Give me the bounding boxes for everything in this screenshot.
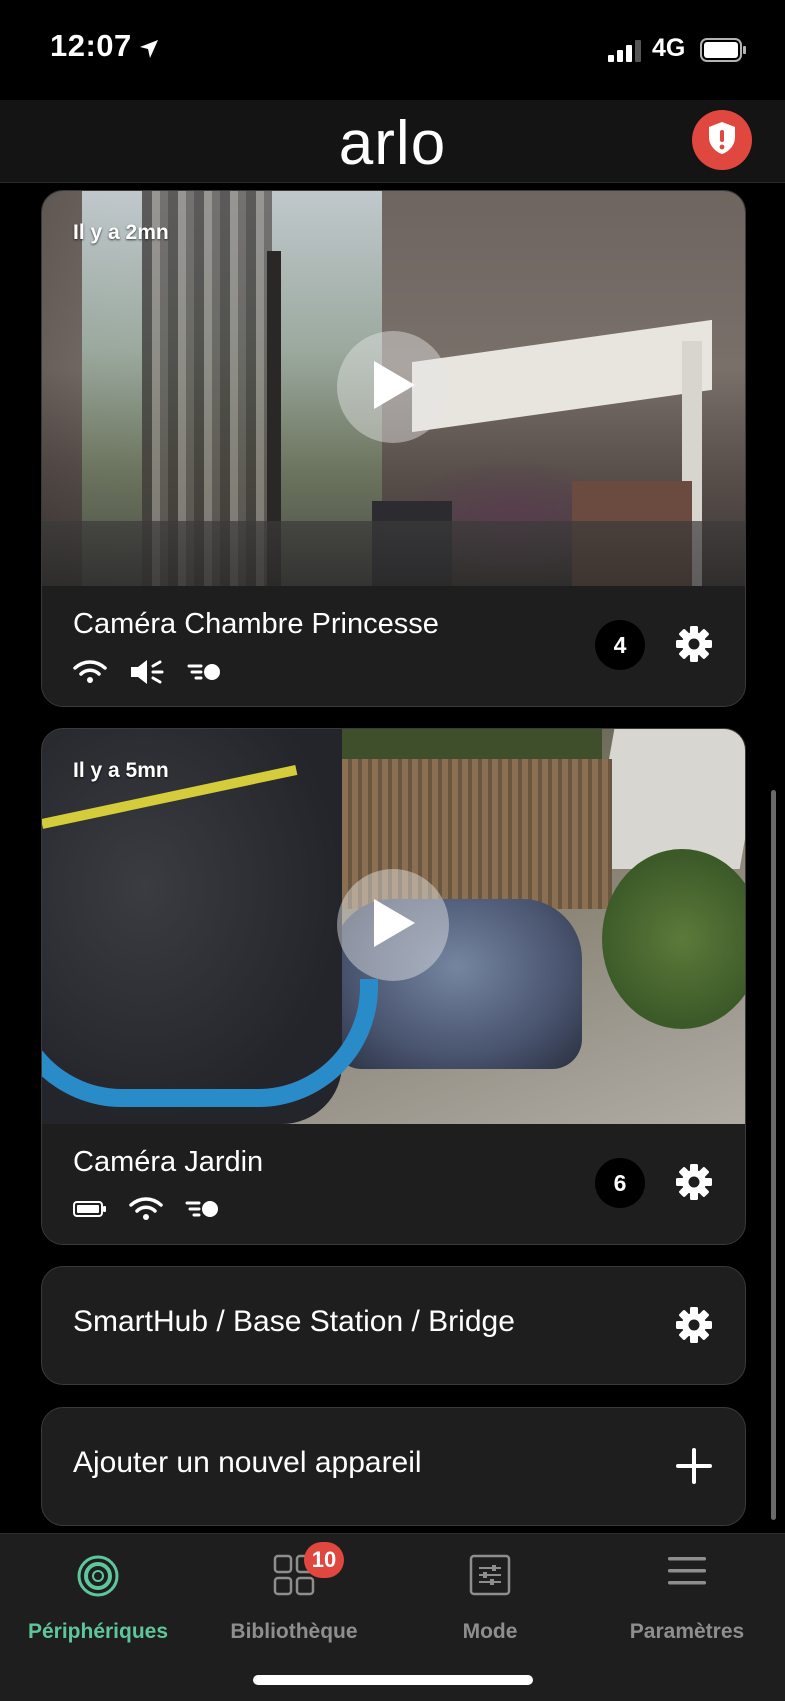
play-button[interactable] <box>337 869 449 981</box>
status-time: 12:07 <box>50 28 132 63</box>
battery-icon <box>73 1200 107 1223</box>
camera-status-icons <box>73 658 223 691</box>
battery-status-icon <box>700 38 748 67</box>
tab-label: Bibliothèque <box>230 1620 358 1643</box>
mode-icon <box>392 1554 588 1596</box>
devices-icon <box>0 1554 196 1598</box>
gear-icon <box>676 1307 712 1343</box>
camera-name: Caméra Jardin <box>73 1146 264 1178</box>
smarthub-settings-button[interactable] <box>674 1305 714 1350</box>
last-capture-time: Il y a 2mn <box>73 221 169 244</box>
play-icon <box>368 358 418 417</box>
gear-icon <box>676 1164 712 1200</box>
app-header: arlo <box>0 100 785 183</box>
location-arrow-icon <box>138 38 160 65</box>
play-button[interactable] <box>337 331 449 443</box>
camera-settings-button[interactable] <box>674 1162 714 1207</box>
tab-mode[interactable]: Mode <box>392 1546 588 1656</box>
notification-badge: 10 <box>304 1542 344 1578</box>
camera-thumbnail[interactable]: Il y a 5mn <box>42 729 745 1124</box>
add-device-label: Ajouter un nouvel appareil <box>73 1446 422 1479</box>
home-indicator[interactable] <box>253 1675 533 1685</box>
tab-label: Mode <box>462 1620 518 1643</box>
gear-icon <box>676 626 712 662</box>
clip-count-badge[interactable]: 4 <box>595 620 645 670</box>
camera-info: Caméra Chambre Princesse 4 <box>42 586 745 706</box>
camera-name: Caméra Chambre Princesse <box>73 608 439 640</box>
play-icon <box>368 896 418 955</box>
tab-label: Périphériques <box>27 1620 169 1643</box>
motion-icon <box>187 661 223 688</box>
camera-card: Il y a 2mn Caméra Chambre Princesse 4 <box>41 190 746 707</box>
add-device-button[interactable] <box>674 1446 714 1491</box>
clip-count-badge[interactable]: 6 <box>595 1158 645 1208</box>
status-bar: 12:07 4G <box>0 0 785 100</box>
library-icon <box>196 1554 392 1596</box>
tab-devices[interactable]: Périphériques <box>0 1546 196 1656</box>
camera-card: Il y a 5mn Caméra Jardin 6 <box>41 728 746 1245</box>
menu-icon <box>589 1554 785 1588</box>
smarthub-label: SmartHub / Base Station / Bridge <box>73 1305 515 1338</box>
security-shield-button[interactable] <box>692 110 752 170</box>
camera-info: Caméra Jardin 6 <box>42 1124 745 1244</box>
add-device-row[interactable]: Ajouter un nouvel appareil <box>41 1407 746 1526</box>
camera-thumbnail[interactable]: Il y a 2mn <box>42 191 745 586</box>
wifi-icon <box>129 1196 163 1227</box>
tab-label: Paramètres <box>629 1620 745 1643</box>
tab-settings[interactable]: Paramètres <box>589 1546 785 1656</box>
smarthub-row[interactable]: SmartHub / Base Station / Bridge <box>41 1266 746 1385</box>
camera-status-icons <box>73 1196 221 1227</box>
plus-icon <box>676 1448 712 1484</box>
speaker-icon <box>129 658 165 691</box>
wifi-icon <box>73 659 107 690</box>
signal-icon <box>608 40 644 67</box>
network-type: 4G <box>652 34 686 62</box>
tab-library[interactable]: 10 Bibliothèque <box>196 1542 392 1656</box>
last-capture-time: Il y a 5mn <box>73 759 169 782</box>
motion-icon <box>185 1198 221 1225</box>
scrollbar[interactable] <box>771 790 776 1520</box>
arlo-logo: arlo <box>338 109 447 178</box>
camera-settings-button[interactable] <box>674 624 714 669</box>
shield-alert-icon <box>706 120 738 161</box>
